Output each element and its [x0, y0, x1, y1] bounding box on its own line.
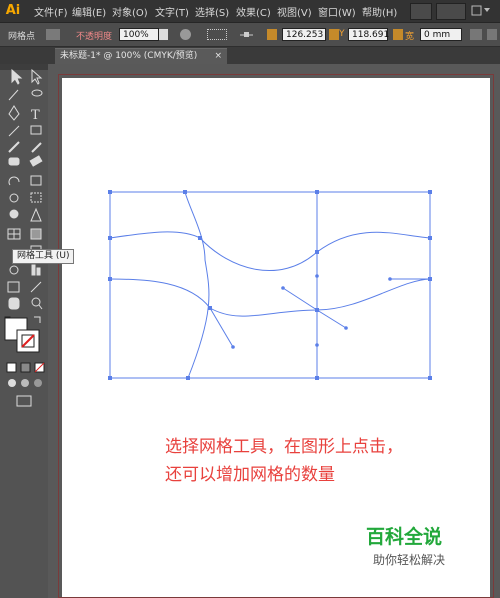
mesh-point [108, 277, 112, 281]
mesh-point [428, 277, 432, 281]
mesh-point [428, 236, 432, 240]
mesh-tool-tooltip: 网格工具 (U) [12, 249, 75, 264]
mesh-point [428, 376, 432, 380]
watermark-subtitle: 助你轻松解决 [373, 553, 446, 567]
mesh-object[interactable] [0, 0, 500, 598]
mesh-handle [315, 343, 319, 347]
mesh-point [315, 250, 319, 254]
mesh-point [108, 376, 112, 380]
mesh-handle [344, 326, 348, 330]
mesh-handle [231, 345, 235, 349]
mesh-point [108, 190, 112, 194]
mesh-point [108, 236, 112, 240]
mesh-point [198, 236, 202, 240]
mesh-handle [281, 286, 285, 290]
watermark-title: 百科全说 [366, 526, 443, 548]
annotation-line-1: 选择网格工具，在图形上点击， [165, 437, 403, 457]
mesh-point [208, 306, 212, 310]
mesh-handle [315, 274, 319, 278]
mesh-point [186, 376, 190, 380]
mesh-handle [388, 277, 392, 281]
mesh-point [428, 190, 432, 194]
mesh-point [315, 190, 319, 194]
mesh-point [183, 190, 187, 194]
mesh-point [315, 376, 319, 380]
annotation-line-2: 还可以增加网格的数量 [165, 465, 335, 485]
mesh-point [315, 308, 319, 312]
